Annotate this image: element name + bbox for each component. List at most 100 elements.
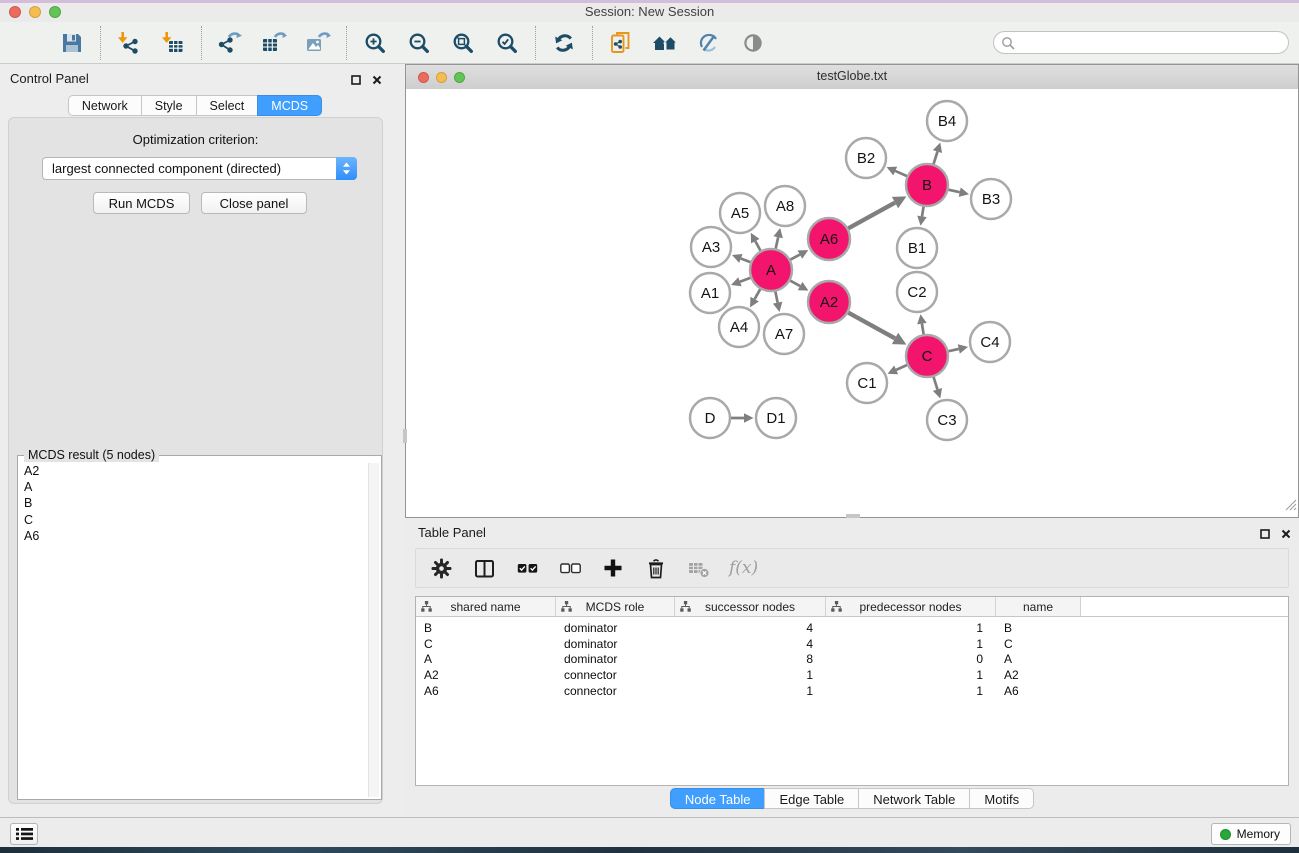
result-list-item[interactable]: A6 xyxy=(20,528,367,544)
table-cell[interactable]: C xyxy=(416,637,556,651)
splitter-handle[interactable] xyxy=(403,429,407,443)
result-list-item[interactable]: A xyxy=(20,479,367,495)
tab-edge-table[interactable]: Edge Table xyxy=(764,788,859,809)
table-row-B[interactable]: Bdominator41B xyxy=(416,620,1288,636)
edge-arrowhead-icon xyxy=(773,228,782,238)
table-panel: Table Panel f(x) shared nameMCDS rolesuc… xyxy=(405,518,1299,817)
table-cell[interactable]: B xyxy=(996,621,1081,635)
column-header-mcds-role[interactable]: MCDS role xyxy=(556,597,675,617)
table-cell[interactable]: dominator xyxy=(556,637,675,651)
close-panel-button[interactable]: Close panel xyxy=(201,192,307,214)
column-header-shared-name[interactable]: shared name xyxy=(416,597,556,617)
column-header-name[interactable]: name xyxy=(996,597,1081,617)
criterion-dropdown[interactable]: largest connected component (directed) xyxy=(42,157,357,180)
tab-select[interactable]: Select xyxy=(196,95,259,116)
unselect-all-columns-button[interactable] xyxy=(557,555,583,581)
mcds-result-legend: MCDS result (5 nodes) xyxy=(24,448,159,462)
network-window-titlebar[interactable]: testGlobe.txt xyxy=(406,65,1298,90)
tab-network[interactable]: Network xyxy=(68,95,142,116)
table-panel-tabs: Node TableEdge TableNetwork TableMotifs xyxy=(405,788,1299,809)
graph-node-label: A2 xyxy=(820,294,838,311)
close-panel-icon[interactable] xyxy=(372,72,382,90)
run-mcds-button[interactable]: Run MCDS xyxy=(93,192,190,214)
show-column-panel-button[interactable] xyxy=(471,555,497,581)
export-table-button[interactable] xyxy=(261,30,287,56)
table-cell[interactable]: C xyxy=(996,637,1081,651)
export-image-button[interactable] xyxy=(305,30,331,56)
tab-network-table[interactable]: Network Table xyxy=(858,788,970,809)
result-list-item[interactable]: C xyxy=(20,512,367,528)
table-cell[interactable]: A xyxy=(996,652,1081,666)
table-cell[interactable]: A2 xyxy=(416,668,556,682)
zoom-out-button[interactable] xyxy=(406,30,432,56)
refresh-button[interactable] xyxy=(551,30,577,56)
float-panel-icon[interactable] xyxy=(1260,526,1270,544)
zoom-selected-button[interactable] xyxy=(494,30,520,56)
table-cell[interactable]: A6 xyxy=(996,684,1081,698)
table-cell[interactable]: connector xyxy=(556,668,675,682)
export-network-button[interactable] xyxy=(217,30,243,56)
open-session-button[interactable] xyxy=(15,30,41,56)
tab-mcds[interactable]: MCDS xyxy=(257,95,322,116)
table-settings-gear-button[interactable] xyxy=(428,555,454,581)
attribute-hierarchy-icon xyxy=(831,601,842,612)
table-cell[interactable]: 1 xyxy=(675,684,826,698)
create-new-column-button[interactable] xyxy=(600,555,626,581)
table-cell[interactable]: connector xyxy=(556,684,675,698)
table-cell[interactable]: 1 xyxy=(826,668,996,682)
clone-network-button[interactable] xyxy=(608,30,634,56)
delete-columns-button[interactable] xyxy=(643,555,669,581)
graph-node-label: C1 xyxy=(857,375,876,392)
table-cell[interactable]: dominator xyxy=(556,621,675,635)
table-cell[interactable]: dominator xyxy=(556,652,675,666)
table-cell[interactable]: A2 xyxy=(996,668,1081,682)
table-cell[interactable]: 4 xyxy=(675,637,826,651)
table-cell[interactable]: A6 xyxy=(416,684,556,698)
edge-arrowhead-icon xyxy=(959,187,969,196)
hide-graphics-details-button[interactable] xyxy=(696,30,722,56)
tab-node-table[interactable]: Node Table xyxy=(670,788,766,809)
zoom-fit-button[interactable] xyxy=(450,30,476,56)
table-cell[interactable]: 1 xyxy=(826,684,996,698)
table-cell[interactable]: 4 xyxy=(675,621,826,635)
delete-table-button-disabled[interactable] xyxy=(686,555,712,581)
select-all-columns-button[interactable] xyxy=(514,555,540,581)
table-cell[interactable]: A xyxy=(416,652,556,666)
result-list-item[interactable]: B xyxy=(20,495,367,511)
table-cell[interactable]: 0 xyxy=(826,652,996,666)
network-canvas[interactable]: AA1A2A3A4A5A6A7A8BB1B2B3B4CC1C2C3C4DD1 xyxy=(406,89,1298,517)
tab-style[interactable]: Style xyxy=(141,95,197,116)
result-list-scrollbar[interactable] xyxy=(368,463,379,797)
show-hide-eye-button[interactable] xyxy=(740,30,766,56)
import-table-button[interactable] xyxy=(160,30,186,56)
resize-grip[interactable] xyxy=(1284,498,1297,516)
table-row-C[interactable]: Cdominator41C xyxy=(416,636,1288,652)
mcds-panel: Optimization criterion: largest connecte… xyxy=(8,117,383,804)
table-cell[interactable]: B xyxy=(416,621,556,635)
memory-button[interactable]: Memory xyxy=(1211,823,1291,845)
table-cell[interactable]: 1 xyxy=(675,668,826,682)
table-cell[interactable]: 8 xyxy=(675,652,826,666)
column-header-predecessor-nodes[interactable]: predecessor nodes xyxy=(826,597,996,617)
graph-node-label: C xyxy=(922,348,933,365)
column-header-label: shared name xyxy=(450,600,520,614)
function-builder-button-disabled[interactable]: f(x) xyxy=(729,558,758,578)
zoom-in-button[interactable] xyxy=(362,30,388,56)
close-panel-icon[interactable] xyxy=(1281,526,1291,544)
table-cell[interactable]: 1 xyxy=(826,621,996,635)
table-cell[interactable]: 1 xyxy=(826,637,996,651)
table-row-A6[interactable]: A6connector11A6 xyxy=(416,683,1288,699)
save-session-button[interactable] xyxy=(59,30,85,56)
table-row-A2[interactable]: A2connector11A2 xyxy=(416,667,1288,683)
search-input[interactable] xyxy=(1020,34,1279,53)
graph-node-label: C2 xyxy=(907,284,926,301)
tab-motifs[interactable]: Motifs xyxy=(969,788,1034,809)
table-row-A[interactable]: Adominator80A xyxy=(416,652,1288,668)
home-view-button[interactable] xyxy=(652,30,678,56)
list-icon xyxy=(16,827,33,841)
result-list-item[interactable]: A2 xyxy=(20,463,367,479)
column-header-successor-nodes[interactable]: successor nodes xyxy=(675,597,826,617)
import-network-button[interactable] xyxy=(116,30,142,56)
float-panel-icon[interactable] xyxy=(351,72,361,90)
show-panels-button[interactable] xyxy=(10,823,38,845)
